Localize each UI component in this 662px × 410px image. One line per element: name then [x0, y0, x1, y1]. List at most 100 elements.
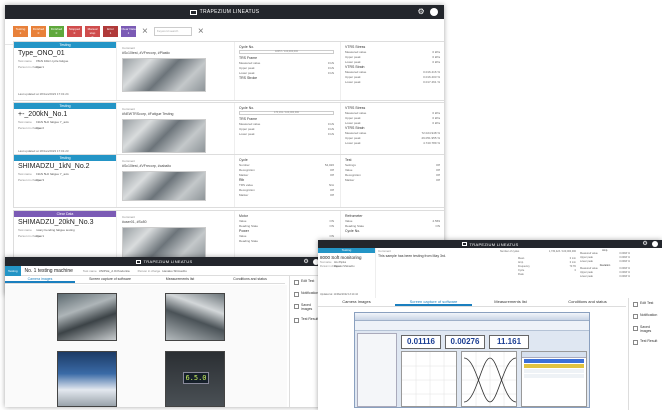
last-updated-text: Last updated at 18/Jan/2023 17:01:24 [18, 92, 69, 96]
capture-left-panel [357, 333, 397, 407]
card-summary: Testing SHIMADZU_1kN_No.2 Test name ±2kN … [14, 155, 117, 207]
person-row: Person in chargeUser2 [18, 126, 45, 130]
capture-readout-3: 11.161 [489, 335, 529, 349]
filter-chip-manual-stop[interactable]: Manual stop 0 [85, 26, 100, 39]
last-updated-text: Updated at: 11/Mar/2022 13:14:44 [320, 293, 358, 296]
card-summary: Testing Type_ONO_01 Test name ±5kN 10Hz c… [14, 42, 117, 100]
settings-gear-icon[interactable]: ⚙ [418, 8, 425, 16]
status-badge: Testing [5, 265, 21, 276]
machine-name[interactable]: SHIMADZU_20kN_No.3 [14, 217, 116, 227]
machine-card[interactable]: Testing SHIMADZU_1kN_No.2 Test name ±2kN … [13, 154, 444, 208]
camera-thumbnail[interactable] [57, 293, 117, 341]
capture-readout-2: 0.00276 [445, 335, 485, 349]
capture-toolbar [355, 313, 589, 321]
settings-gear-icon[interactable]: ⚙ [642, 241, 648, 247]
cycle-panel: Number of cycles 1,730,423 / 100,000,000 … [500, 250, 576, 276]
comment-text: #Sc10test, #VFrecorp, #cabaito [122, 164, 172, 168]
machine-card[interactable]: Testing +-_200kN_No.1 Test name ±2kN 5Hz … [13, 102, 444, 158]
comment-block: Comment #Sc10test, #VFrecorp, #Plastic [122, 46, 230, 92]
notification-button[interactable]: Notification [629, 310, 662, 322]
filter-chip-finished-ok[interactable]: Finished 0 [49, 26, 64, 37]
specimen-photo[interactable] [122, 58, 206, 92]
software-screen-capture[interactable]: 0.01116 0.00276 11.161 [354, 312, 590, 408]
person-row: Person in chargeUser1 [18, 234, 45, 238]
person-row: Person in chargeUser1 [18, 65, 45, 69]
filter-chip-testing[interactable]: Testing 2 [13, 26, 28, 37]
comment-text: #NEWTRScorp, #Fatigue Testing [122, 112, 174, 116]
machine-summary: Testing 8000 Soft monitoring Test name AG… [318, 248, 376, 298]
edit-icon [294, 280, 299, 285]
capture-readout-1: 0.01116 [401, 335, 441, 349]
software-detail-window: . TRAPEZIUM LINEATUS ⚙ Testing 8000 Soft… [318, 240, 662, 410]
cycle-column: Cycle No. 18357 / 100,000,000 TRS Frame … [234, 42, 338, 100]
tab-screen-capture[interactable]: Screen capture of software [395, 298, 472, 306]
test-column: Test Settings Off Value Off Recognition Off… [340, 155, 444, 207]
camera-thumbnail[interactable] [57, 351, 117, 407]
machine-name: 8000 Soft monitoring [320, 255, 362, 260]
image-icon [633, 326, 638, 331]
keyword-search-input[interactable]: Keyword search [153, 27, 192, 36]
machine-card[interactable]: Testing Type_ONO_01 Test name ±5kN 10Hz c… [13, 41, 444, 101]
filter-chip-clear-data[interactable]: Clear Data 1 [121, 26, 136, 37]
tab-measurements-list[interactable]: Measurements list [472, 298, 549, 306]
comment-text: This sample has been testing from May 3r… [378, 254, 447, 258]
capture-plot-left [401, 351, 457, 407]
camera-grid: 6.5.0 [5, 285, 287, 407]
comment-block: Comment #user01, #Sc80 [122, 215, 230, 261]
machine-name[interactable]: +-_200kN_No.1 [14, 109, 116, 119]
camera-window-titlebar: . TRAPEZIUM LINEATUS ⚙ [5, 257, 323, 266]
last-updated-text: Last updated at 18/Jan/2023 17:01:23 [18, 149, 69, 153]
tab-camera-images[interactable]: Camera images [5, 276, 75, 283]
app-logo-icon: . [135, 259, 141, 264]
camera-detail-window: . TRAPEZIUM LINEATUS ⚙ Testing No. 1 tes… [5, 257, 323, 407]
machine-name[interactable]: SHIMADZU_1kN_No.2 [14, 161, 116, 171]
clear-search-close-icon[interactable]: × [198, 26, 204, 37]
cycle-progress-bar: 170,191 / 100,000,000 [239, 111, 334, 115]
comment-text: #Sc10test, #VFrecorp, #Plastic [122, 51, 171, 55]
comment-block: Comment This sample has been testing fro… [378, 249, 498, 258]
app-logo-icon: . [189, 9, 197, 15]
specimen-photo[interactable] [122, 227, 206, 261]
stress-column: VTRS Stress Measured value 0 kPa Upper pe… [340, 103, 444, 157]
stress-column: VTRS Stress Measured value 0 kPa Upper pe… [340, 42, 444, 100]
machine-name: No. 1 testing machine [24, 267, 73, 274]
machine-name[interactable]: Type_ONO_01 [14, 48, 116, 58]
clear-filter-close-icon[interactable]: × [142, 26, 148, 37]
image-icon [294, 304, 299, 309]
tab-conditions-status[interactable]: Conditions and status [215, 276, 285, 283]
machine-header: Testing No. 1 testing machine Test name … [5, 265, 323, 276]
user-avatar-icon[interactable] [652, 241, 658, 247]
specimen-photo[interactable] [122, 171, 206, 201]
settings-gear-icon[interactable]: ⚙ [303, 259, 309, 265]
tab-measurements-list[interactable]: Measurements list [145, 276, 215, 283]
user-avatar-icon[interactable] [430, 8, 438, 16]
filter-chip-stopped[interactable]: Stopped 0 [67, 26, 82, 37]
card-summary: Testing +-_200kN_No.1 Test name ±2kN 5Hz … [14, 103, 117, 157]
tab-conditions-status[interactable]: Conditions and status [549, 298, 626, 306]
app-logo-icon: . [461, 242, 467, 246]
filter-chip-error[interactable]: Error 1 [103, 26, 118, 37]
app-title: TRAPEZIUM LINEATUS [199, 9, 260, 15]
document-icon [294, 318, 299, 323]
amp-panel: Amp. Measured value 0.0093 % Upper peak 0.… [580, 249, 630, 278]
dashboard-titlebar: . TRAPEZIUM LINEATUS ⚙ [5, 5, 444, 19]
action-sidebar: Edit Test Notification Saved images Test… [628, 298, 662, 410]
comment-text: #user01, #Sc80 [122, 220, 147, 224]
cycle-progress-bar: 18357 / 100,000,000 [239, 50, 334, 54]
bell-icon [294, 292, 299, 297]
capture-ribbon [355, 321, 589, 331]
specimen-photo[interactable] [122, 119, 206, 153]
comment-block: Comment #NEWTRScorp, #Fatigue Testing [122, 107, 230, 153]
filter-chip-finished[interactable]: Finished 0 [31, 26, 46, 37]
camera-thumbnail[interactable]: 6.5.0 [165, 351, 225, 407]
tab-camera-images[interactable]: Camera Images [318, 298, 395, 306]
software-window-titlebar: . TRAPEZIUM LINEATUS ⚙ [318, 240, 662, 248]
camera-thumbnail[interactable] [165, 293, 225, 341]
person-name: Hanako Shimadzu [162, 268, 187, 273]
controller-display: 6.5.0 [183, 372, 209, 384]
edit-test-button[interactable]: Edit Test [629, 298, 662, 310]
tab-screen-capture[interactable]: Screen capture of software [75, 276, 145, 283]
saved-images-button[interactable]: Saved images [629, 322, 662, 336]
test-result-button[interactable]: Test Result [629, 336, 662, 348]
cycle-column: Cycle No. 170,191 / 100,000,000 TRS Fram… [234, 103, 338, 157]
